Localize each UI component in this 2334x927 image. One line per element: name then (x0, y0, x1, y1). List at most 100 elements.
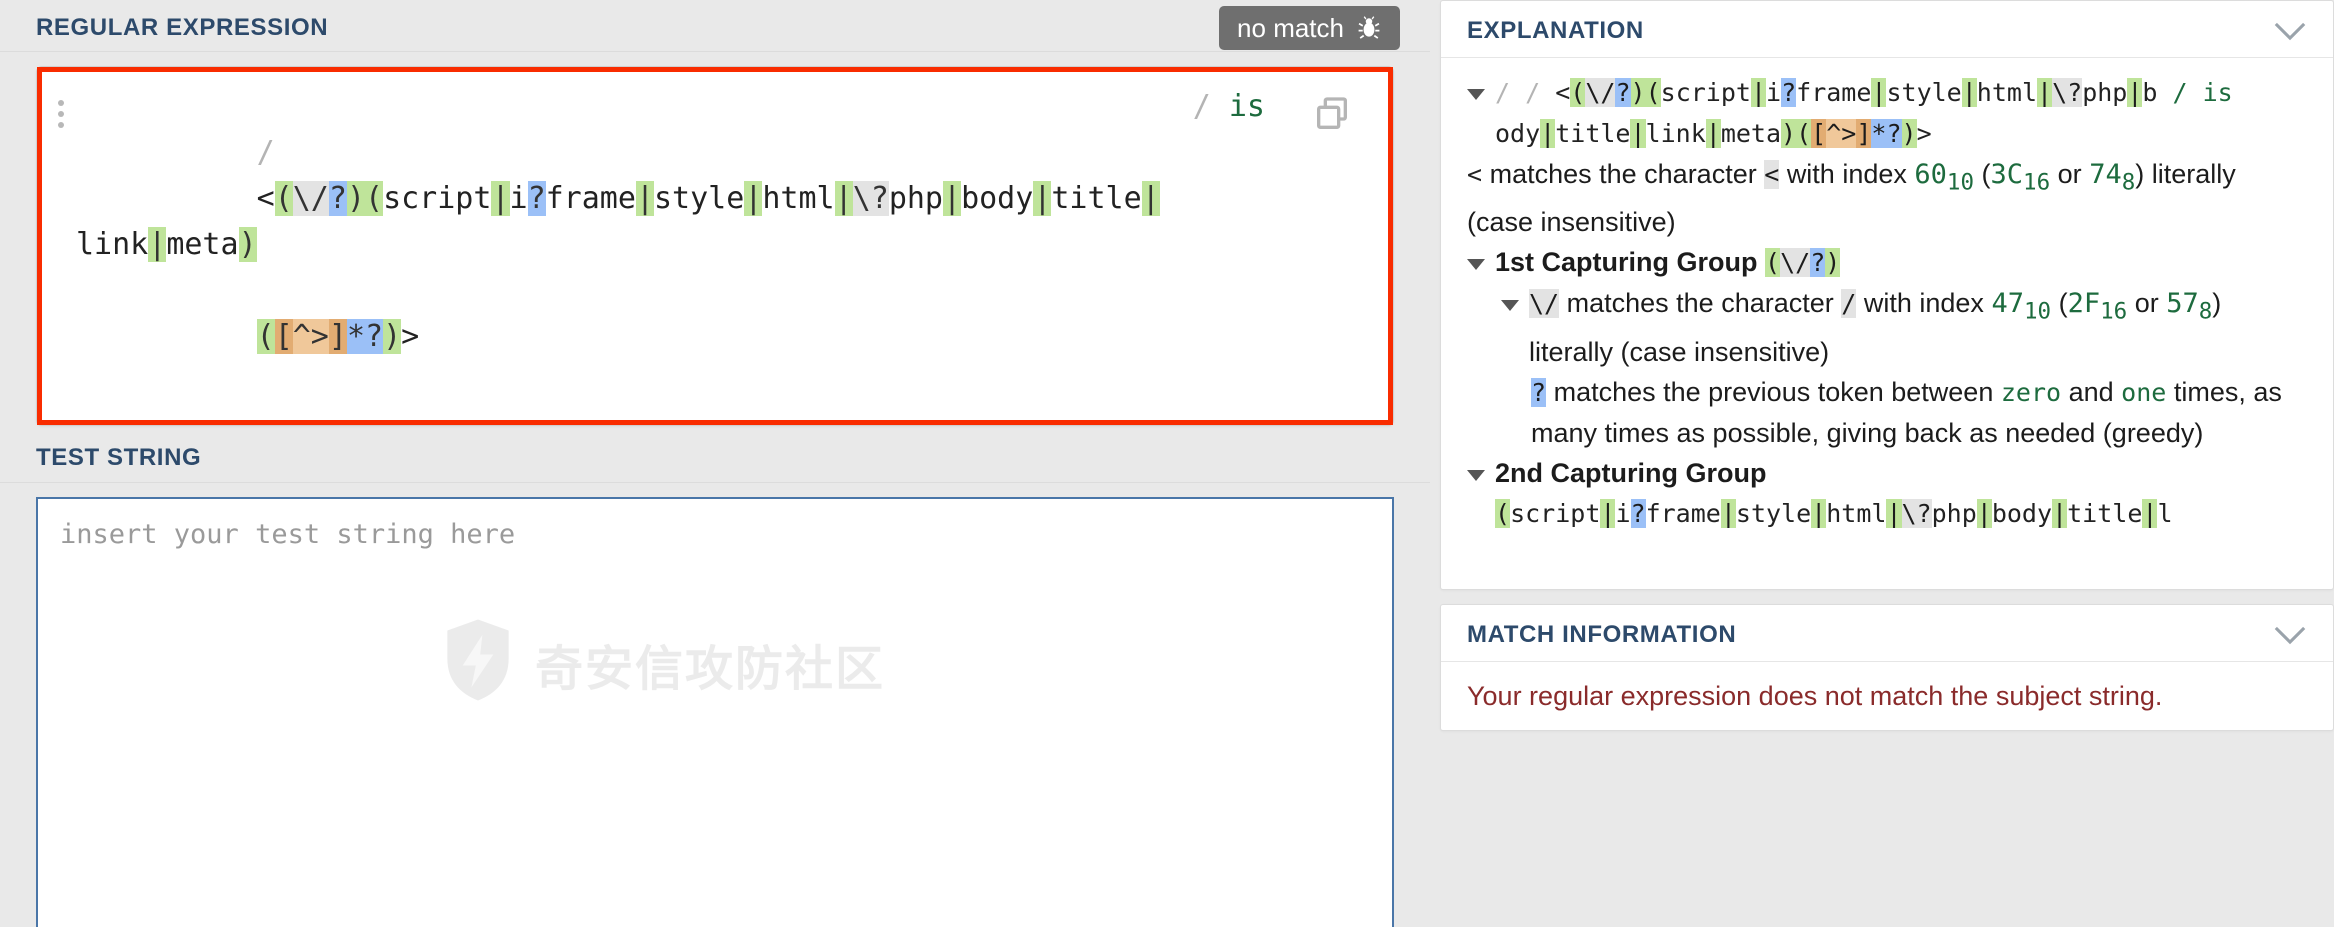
exp-item1-hex: 3C (1990, 159, 2024, 190)
regex-token: frame (545, 181, 636, 216)
exp-item1-oct: 74 (2089, 159, 2122, 190)
regex-token: script (1660, 78, 1751, 107)
test-string-input[interactable]: insert your test string here 奇安信攻防社区 (36, 497, 1394, 927)
regex-token: style (1735, 498, 1812, 528)
exp-group1-tokens: (\/?) (1765, 248, 1841, 278)
regex-token: \? (852, 181, 889, 216)
exp-g1c1-oct-sub: 8 (2198, 298, 2213, 325)
regex-token: title (1051, 181, 1142, 216)
regex-token: | (1811, 498, 1827, 528)
regex101-app: REGULAR EXPRESSION no match / <(\/?)(scr… (0, 0, 2334, 927)
exp-g1c1-dec: 47 (1991, 288, 2024, 320)
regex-token: ( (256, 319, 275, 354)
regex-input[interactable]: / <(\/?)(script|i?frame|style|html|\?php… (37, 67, 1275, 425)
regex-token: ? (1630, 498, 1646, 528)
exp-g1c1-close: ) (2212, 288, 2222, 319)
regex-token: style (1886, 78, 1962, 107)
regex-token: | (1720, 498, 1736, 528)
regex-token: | (491, 181, 510, 216)
regex-token: html (1976, 78, 2038, 107)
chevron-down-icon[interactable] (2273, 21, 2307, 41)
regex-token: ^> (292, 319, 329, 354)
regex-actions (1275, 67, 1393, 425)
regex-token: | (1886, 498, 1902, 528)
regex-input-panel[interactable]: / <(\/?)(script|i?frame|style|html|\?php… (36, 66, 1394, 426)
exp-g1c1-char: / (1841, 289, 1857, 319)
explanation-card: EXPLANATION / / <(\/?)(script|i?frame|st… (1440, 0, 2334, 590)
exp-open-delim: / (1495, 78, 1526, 107)
regex-token: php (1931, 498, 1977, 528)
regex-token: *? (346, 319, 384, 354)
regex-token: | (1750, 78, 1767, 107)
regex-token: *? (1871, 119, 1902, 148)
regex-token: meta (1720, 119, 1782, 148)
regex-token: | (2037, 78, 2053, 107)
exp-item1-or: or (2057, 159, 2082, 189)
exp-g1c2-kw1: zero (2000, 377, 2062, 407)
exp-item1-oct-sub: 8 (2121, 169, 2136, 196)
regex-token: | (2127, 78, 2143, 107)
exp-item1-text-b: with index (1786, 159, 1907, 189)
regex-token: ) (1630, 78, 1646, 107)
regex-token: / (1525, 78, 1556, 107)
regex-token: | (1630, 119, 1646, 148)
exp-header-tokens-1: / <(\/?)(script|i?frame|style|html|\?php… (1525, 78, 2157, 107)
exp-g1c1-text-a: matches the character (1566, 288, 1834, 319)
regex-token: < (1555, 78, 1571, 107)
chevron-down-icon[interactable] (2273, 625, 2307, 645)
regex-token: ? (1810, 248, 1826, 278)
collapse-triangle-icon[interactable] (1467, 89, 1485, 108)
explanation-root-row[interactable]: / / <(\/?)(script|i?frame|style|html|\?p… (1467, 72, 2307, 154)
copy-icon[interactable] (1312, 94, 1352, 134)
exp-g1c1-or: or (2134, 288, 2159, 319)
exp-item1-open: ( (1981, 159, 1991, 189)
regex-token: script (383, 181, 492, 216)
exp-group2-label: 2nd Capturing Group (1495, 457, 1767, 488)
match-information-card: MATCH INFORMATION Your regular expressio… (1440, 604, 2334, 731)
regex-token: ( (274, 181, 293, 216)
bug-icon (1356, 15, 1382, 41)
status-badge[interactable]: no match (1219, 5, 1400, 50)
regex-token: | (2142, 498, 2158, 528)
explanation-group-2[interactable]: 2nd Capturing Group (script|i?frame|styl… (1467, 453, 2307, 534)
regex-token: ] (328, 319, 347, 354)
explanation-group-1[interactable]: 1st Capturing Group (\/?) (1467, 242, 2307, 283)
collapse-triangle-icon[interactable] (1467, 259, 1485, 278)
regex-token: php (2082, 78, 2128, 107)
regex-token: ( (365, 181, 384, 216)
regex-token: b (2142, 78, 2158, 107)
drag-handle[interactable] (58, 100, 64, 128)
regex-flags[interactable]: is (1229, 89, 1265, 124)
exp-g1c1-hex: 2F (2067, 288, 2101, 320)
regex-token: title (1555, 119, 1631, 148)
explanation-group1-child-slash[interactable]: \/ matches the character / with index 47… (1501, 283, 2307, 371)
status-badge-label: no match (1237, 12, 1344, 43)
explanation-body: / / <(\/?)(script|i?frame|style|html|\?p… (1441, 58, 2333, 589)
regex-token: ( (1645, 78, 1661, 107)
regex-token: | (635, 181, 654, 216)
explanation-header[interactable]: EXPLANATION (1441, 1, 2333, 58)
test-string-header: TEST STRING (0, 426, 1430, 483)
regex-token: ) (1825, 248, 1841, 278)
exp-group2-tokens: (script|i?frame|style|html|\?php|body|ti… (1495, 498, 2173, 528)
regex-tokens-line1: <(\/?)(script|i?frame|style|html|\?php|b… (76, 181, 1160, 262)
left-pane: REGULAR EXPRESSION no match / <(\/?)(scr… (0, 0, 1430, 927)
explanation-title: EXPLANATION (1467, 17, 1644, 44)
collapse-triangle-icon[interactable] (1467, 469, 1485, 489)
exp-item1-dec: 60 (1914, 159, 1947, 190)
regex-token: ^> (1826, 119, 1857, 148)
regex-token: ( (1765, 248, 1781, 278)
exp-group1-label: 1st Capturing Group (1495, 247, 1758, 278)
regex-token: style (654, 181, 745, 216)
regex-token: i (509, 181, 528, 216)
regex-token: ( (1796, 119, 1812, 148)
match-information-header[interactable]: MATCH INFORMATION (1441, 605, 2333, 662)
exp-g1c1-dec-sub: 10 (2023, 298, 2052, 325)
regex-token: frame (1645, 498, 1721, 528)
regex-token: \/ (1585, 78, 1616, 107)
regex-token: link (1645, 119, 1706, 148)
regex-token: ) (1901, 119, 1917, 148)
collapse-triangle-icon[interactable] (1501, 300, 1519, 319)
regex-token: title (2067, 498, 2143, 528)
exp-g1c2-text-a: matches the previous token between (1553, 376, 1994, 407)
